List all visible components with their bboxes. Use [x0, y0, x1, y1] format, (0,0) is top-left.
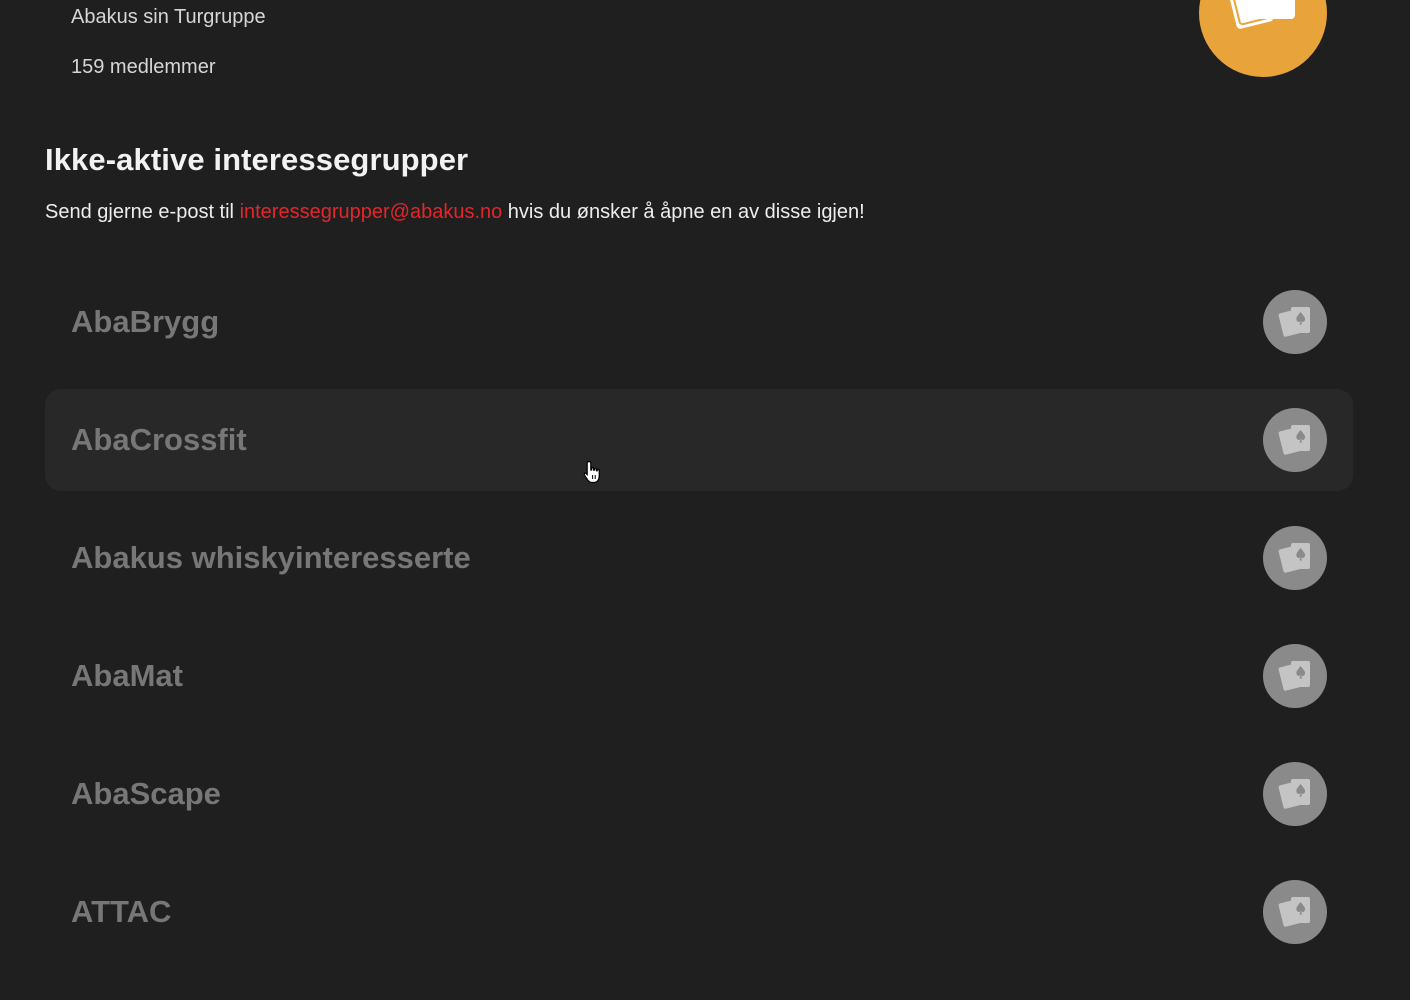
playing-cards-icon [1263, 290, 1327, 354]
playing-cards-icon [1263, 644, 1327, 708]
group-name: AbaScape [71, 776, 221, 811]
email-link[interactable]: interessegrupper@abakus.no [240, 201, 503, 223]
group-row[interactable]: AbaMat [45, 625, 1353, 727]
group-row[interactable]: ATTAC [45, 861, 1353, 963]
playing-cards-icon [1199, 0, 1327, 77]
group-name: AbaCrossfit [71, 422, 247, 457]
playing-cards-icon [1263, 880, 1327, 944]
group-name: AbaBrygg [71, 304, 220, 339]
group-name: ATTAC [71, 894, 172, 929]
section-description: Send gjerne e-post til interessegrupper@… [45, 201, 865, 224]
inactive-group-list: AbaBrygg AbaCrossfit Abakus whiskyintere… [45, 271, 1353, 979]
playing-cards-icon [1263, 762, 1327, 826]
group-row[interactable]: AbaCrossfit [45, 389, 1353, 491]
description-text-start: Send gjerne e-post til [45, 201, 240, 223]
description-text-end: hvis du ønsker å åpne en av disse igjen! [502, 201, 865, 223]
group-row[interactable]: AbaScape [45, 743, 1353, 845]
group-row[interactable]: AbaBrygg [45, 271, 1353, 373]
member-count: 159 medlemmer [71, 56, 216, 78]
group-name: AbaMat [71, 658, 183, 693]
section-title: Ikke-aktive interessegrupper [45, 142, 469, 177]
group-row[interactable]: Abakus whiskyinteresserte [45, 507, 1353, 609]
playing-cards-icon [1263, 408, 1327, 472]
group-description: Abakus sin Turgruppe [71, 6, 266, 28]
page: Abakus sin Turgruppe 159 medlemmer Ikke-… [0, 0, 1410, 1000]
active-group-card[interactable]: Abakus sin Turgruppe 159 medlemmer [45, 0, 1353, 100]
group-name: Abakus whiskyinteresserte [71, 540, 471, 575]
playing-cards-icon [1263, 526, 1327, 590]
